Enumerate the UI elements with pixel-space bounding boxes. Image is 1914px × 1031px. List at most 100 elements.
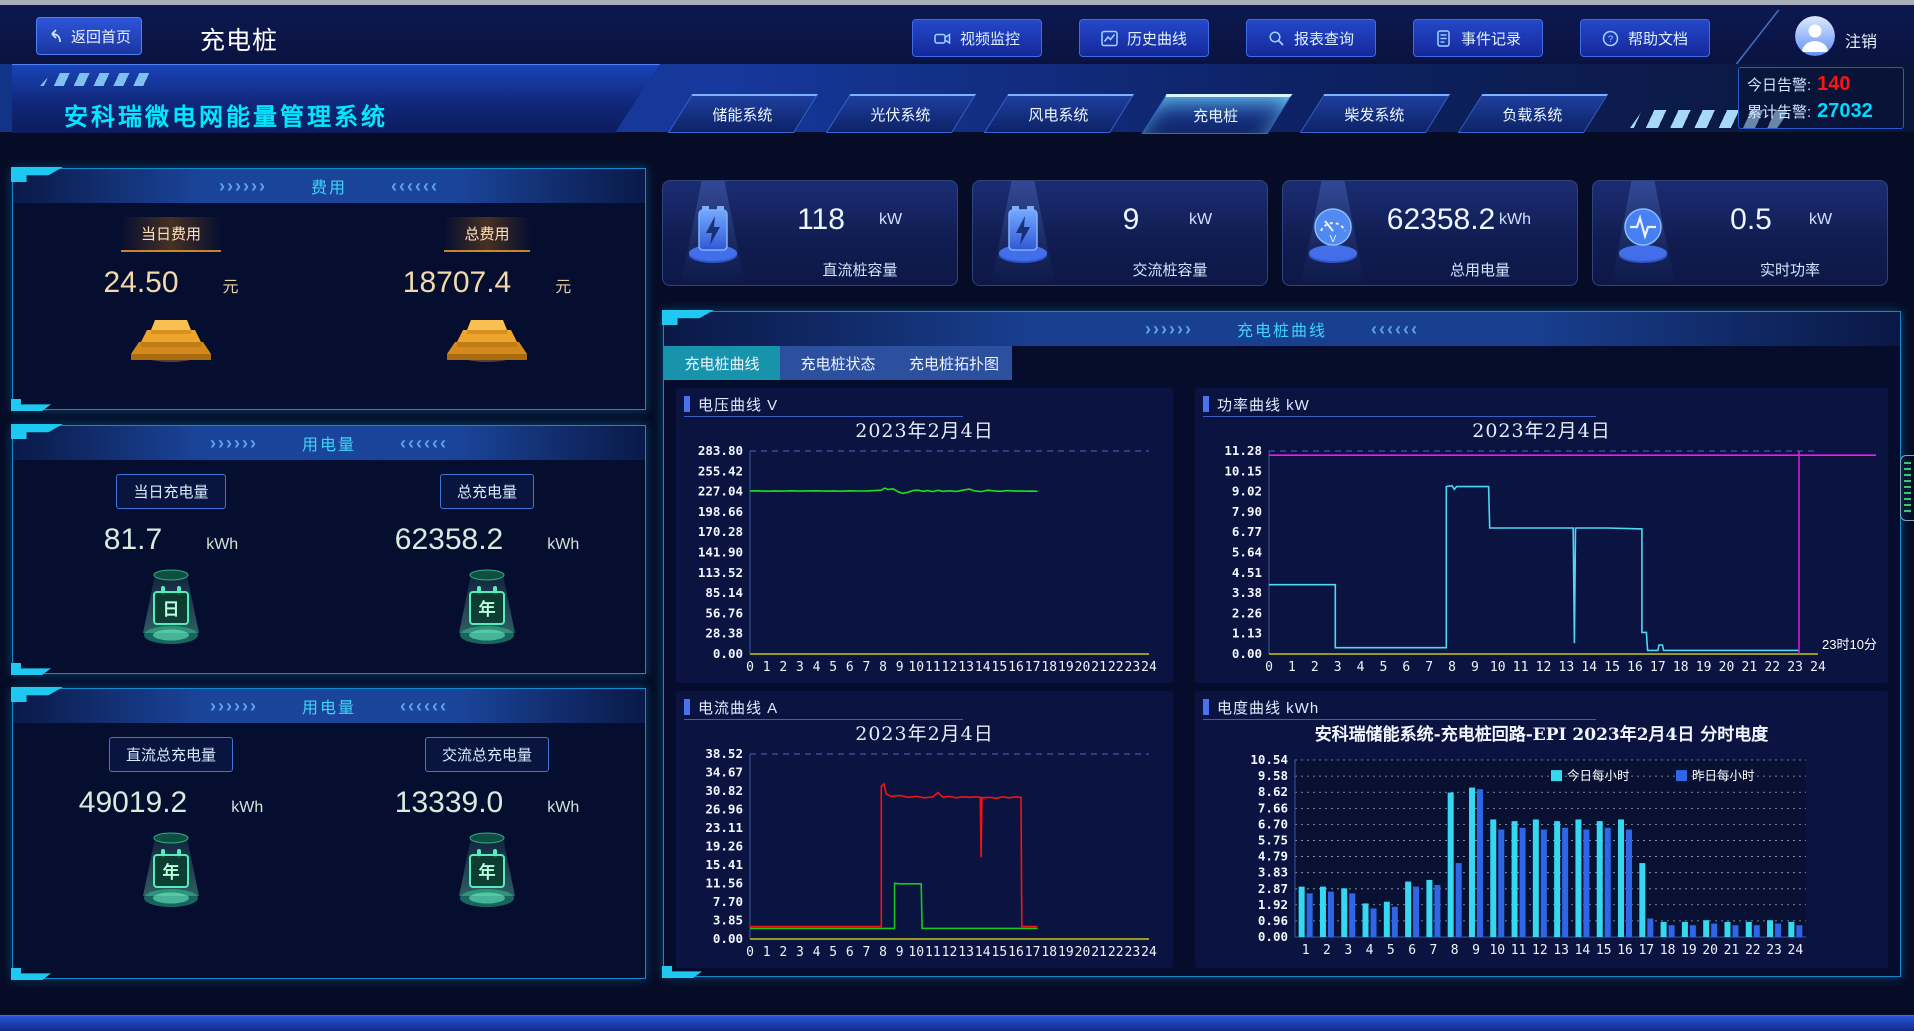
item-label: 当日充电量: [116, 474, 225, 509]
video-camera-icon: [934, 30, 951, 47]
svg-text:21: 21: [1724, 943, 1740, 958]
app-screen: 返回首页 充电桩 视频监控 历史曲线 报表查询: [0, 0, 1914, 1031]
svg-text:24: 24: [1810, 660, 1826, 675]
calendar-year-icon: 年: [445, 822, 529, 912]
svg-text:3.38: 3.38: [1232, 585, 1262, 600]
voltage-plot[interactable]: 0.0028.3856.7685.14113.52141.90170.28198…: [684, 445, 1165, 680]
stat-label: 总用电量: [1383, 259, 1577, 285]
tab-diesel-system[interactable]: 柴发系统: [1300, 94, 1450, 133]
svg-text:5: 5: [1379, 660, 1387, 675]
svg-text:5: 5: [1387, 943, 1395, 958]
title-bar-icon: [1203, 699, 1209, 715]
svg-text:0: 0: [746, 945, 754, 960]
svg-text:19: 19: [1681, 943, 1697, 958]
tab-load-system[interactable]: 负载系统: [1458, 94, 1608, 133]
history-curve-button[interactable]: 历史曲线: [1079, 19, 1209, 57]
svg-text:11: 11: [925, 660, 941, 675]
svg-text:18: 18: [1041, 660, 1057, 675]
item-value: 24.50: [103, 266, 178, 300]
svg-text:9: 9: [896, 660, 904, 675]
calendar-year-icon: 年: [129, 822, 213, 912]
svg-text:30.82: 30.82: [705, 783, 743, 798]
svg-text:9.58: 9.58: [1258, 768, 1288, 783]
help-question-icon: ?: [1602, 30, 1619, 47]
svg-text:3.83: 3.83: [1258, 865, 1288, 880]
svg-text:2: 2: [779, 945, 787, 960]
back-arrow-icon: [47, 28, 64, 45]
tab-pv-system[interactable]: 光伏系统: [826, 94, 976, 133]
svg-text:0.00: 0.00: [713, 646, 743, 661]
stat-label: 直流桩容量: [763, 259, 957, 285]
item-label: 总充电量: [440, 474, 534, 509]
current-chart: 电流曲线 A 2023年2月4日 0.003.857.7011.5615.411…: [676, 691, 1173, 968]
svg-text:6: 6: [1402, 660, 1410, 675]
total-charge-panel: ›››››› 用电量 ‹‹‹‹‹‹ 直流总充电量 49019.2 kWh 年: [12, 688, 646, 979]
event-record-button[interactable]: 事件记录: [1413, 19, 1543, 57]
logo-panel: 安科瑞微电网能量管理系统: [12, 64, 660, 133]
svg-text:0.00: 0.00: [713, 931, 743, 946]
cost-panel-header: ›››››› 费用 ‹‹‹‹‹‹: [13, 169, 645, 203]
video-monitor-button[interactable]: 视频监控: [912, 19, 1042, 57]
svg-text:9: 9: [896, 945, 904, 960]
chart-date: 2023年2月4日: [684, 417, 1165, 445]
svg-text:23: 23: [1125, 945, 1141, 960]
svg-text:7: 7: [862, 945, 870, 960]
tab-charging-curve[interactable]: 充电桩曲线: [664, 346, 780, 380]
chevrons-left-icon: ‹‹‹‹‹‹: [1371, 319, 1419, 340]
chevrons-right-icon: ››››››: [1145, 319, 1193, 340]
help-doc-button[interactable]: ? 帮助文档: [1580, 19, 1710, 57]
svg-text:10: 10: [1489, 943, 1505, 958]
svg-text:10: 10: [908, 945, 924, 960]
stat-card-total-energy: V 62358.2 kWh 总用电量: [1282, 180, 1578, 286]
avatar[interactable]: [1795, 16, 1835, 56]
svg-text:7: 7: [1425, 660, 1433, 675]
logout-button[interactable]: 注销: [1845, 28, 1877, 52]
item-unit: kWh: [547, 536, 579, 554]
chart-panel-title: 充电桩曲线: [1237, 317, 1327, 341]
svg-text:26.96: 26.96: [705, 802, 743, 817]
tab-storage-system[interactable]: 储能系统: [668, 94, 818, 133]
current-plot[interactable]: 0.003.857.7011.5615.4119.2623.1126.9630.…: [684, 748, 1165, 965]
svg-text:4: 4: [1366, 943, 1374, 958]
chevrons-right-icon: ››››››: [210, 433, 258, 454]
history-curve-label: 历史曲线: [1127, 28, 1187, 49]
svg-text:1: 1: [763, 945, 771, 960]
svg-text:2: 2: [1311, 660, 1319, 675]
edge-slider-widget[interactable]: [1900, 455, 1914, 521]
svg-text:17: 17: [1650, 660, 1666, 675]
energy-plot[interactable]: 0.000.961.922.873.834.795.756.707.668.62…: [1203, 750, 1880, 965]
svg-text:10.54: 10.54: [1250, 752, 1288, 767]
title-bar-icon: [1203, 396, 1209, 412]
svg-text:1: 1: [1288, 660, 1296, 675]
svg-text:23: 23: [1766, 943, 1782, 958]
tab-charging-status[interactable]: 充电桩状态: [780, 346, 896, 380]
video-monitor-label: 视频监控: [960, 28, 1020, 49]
svg-text:8: 8: [879, 945, 887, 960]
svg-text:2: 2: [779, 660, 787, 675]
svg-text:0.96: 0.96: [1258, 913, 1288, 928]
back-home-button[interactable]: 返回首页: [36, 17, 142, 55]
svg-text:2: 2: [1323, 943, 1331, 958]
tab-wind-system[interactable]: 风电系统: [984, 94, 1134, 133]
system-title: 安科瑞微电网能量管理系统: [64, 97, 388, 132]
report-query-button[interactable]: 报表查询: [1246, 19, 1376, 57]
svg-text:141.90: 141.90: [698, 545, 743, 560]
tab-charging-pile[interactable]: 充电桩: [1142, 94, 1293, 134]
stat-label: 实时功率: [1693, 259, 1887, 285]
svg-text:17: 17: [1025, 945, 1041, 960]
svg-text:10.15: 10.15: [1224, 463, 1262, 478]
help-doc-label: 帮助文档: [1628, 28, 1688, 49]
power-plot[interactable]: 0.001.132.263.384.515.646.777.909.0210.1…: [1203, 445, 1880, 680]
svg-text:5.75: 5.75: [1258, 832, 1288, 847]
chevrons-right-icon: ››››››: [210, 696, 258, 717]
dc-total-charge-item: 直流总充电量 49019.2 kWh 年: [13, 737, 329, 912]
svg-text:3: 3: [796, 660, 804, 675]
alarm-summary: 今日告警: 140 累计告警: 27032: [1738, 67, 1904, 129]
tab-charging-topology[interactable]: 充电桩拓扑图: [896, 346, 1012, 380]
svg-text:18: 18: [1673, 660, 1689, 675]
svg-text:20: 20: [1075, 660, 1091, 675]
svg-text:6.77: 6.77: [1232, 524, 1262, 539]
chevrons-left-icon: ‹‹‹‹‹‹: [391, 176, 439, 197]
calendar-year-icon: 年: [445, 559, 529, 649]
stat-value: 0.5: [1693, 203, 1809, 237]
